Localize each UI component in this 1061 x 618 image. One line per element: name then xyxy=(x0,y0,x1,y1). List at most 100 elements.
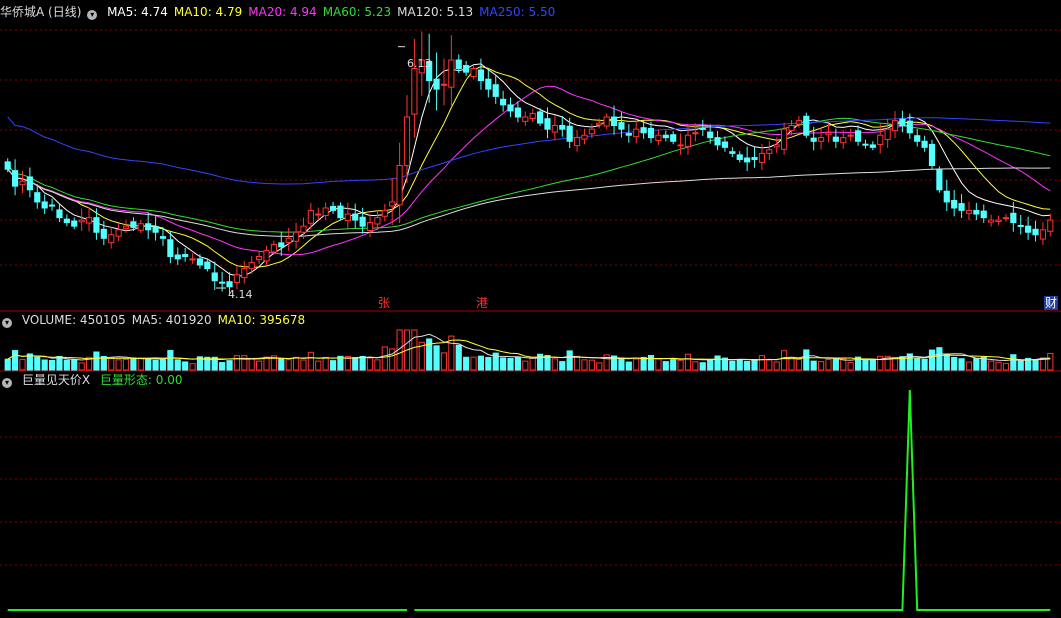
volume-bar xyxy=(41,359,48,371)
settings-icon[interactable]: ▾ xyxy=(87,10,98,20)
volume-bar xyxy=(810,360,817,371)
candle-body xyxy=(958,203,965,211)
volume-bar xyxy=(167,350,174,371)
volume-bar xyxy=(973,357,980,371)
candle-body xyxy=(300,225,307,233)
event-marker[interactable]: 张 xyxy=(378,296,390,310)
candle-body xyxy=(551,125,558,133)
signal-title: 巨量见天价X xyxy=(21,373,91,387)
indicator-value: MA10: 395678 xyxy=(217,313,306,327)
candle-body xyxy=(810,137,817,142)
volume-bar xyxy=(640,356,647,371)
candle-body xyxy=(263,249,270,262)
candle-body xyxy=(100,228,107,239)
candle-body xyxy=(995,219,1002,223)
period-label: (日线) xyxy=(48,5,82,19)
candle-body xyxy=(78,219,85,223)
finance-event-marker[interactable]: 财 xyxy=(1044,296,1059,310)
volume-bar xyxy=(189,363,196,371)
candle-body xyxy=(721,141,729,148)
candle-body xyxy=(337,205,344,219)
volume-bar xyxy=(869,359,876,371)
candle-body xyxy=(714,137,721,146)
candle-body xyxy=(248,262,255,270)
candle-body xyxy=(485,78,492,90)
volume-bar xyxy=(455,344,462,371)
candle-body xyxy=(285,237,292,243)
volume-bar xyxy=(766,359,773,371)
volume-bar xyxy=(914,358,921,371)
candle-body xyxy=(204,261,211,270)
candle-body xyxy=(270,243,277,253)
candle-body xyxy=(307,209,314,224)
volume-bar xyxy=(1010,354,1017,371)
volume-bar xyxy=(241,355,248,371)
signal-line-segment xyxy=(414,389,1051,611)
volume-bar xyxy=(233,355,241,371)
volume-bar xyxy=(507,357,514,371)
settings-icon[interactable]: ▾ xyxy=(2,378,12,388)
candle-body xyxy=(85,217,93,224)
candle-body xyxy=(507,104,514,112)
volume-bar xyxy=(692,361,699,371)
candle-body xyxy=(41,201,48,209)
volume-bar xyxy=(174,359,181,371)
volume-bar xyxy=(285,359,292,371)
candle-body xyxy=(803,115,810,136)
volume-bar xyxy=(63,359,70,371)
candle-body xyxy=(943,190,950,203)
volume-bar xyxy=(788,356,795,371)
signal-line xyxy=(7,389,1051,611)
volume-bar xyxy=(463,356,470,371)
candle-body xyxy=(537,111,544,124)
candle-body xyxy=(692,132,699,135)
kline-chart[interactable] xyxy=(0,0,1061,618)
candle-body xyxy=(278,242,285,248)
candle-body xyxy=(603,116,610,127)
candle-body xyxy=(403,116,411,167)
volume-bar xyxy=(921,358,928,371)
candle-body xyxy=(699,127,706,130)
volume-bar xyxy=(359,355,366,371)
volume-bar xyxy=(522,360,529,371)
volume-bar xyxy=(137,357,144,371)
candle-body xyxy=(832,136,839,142)
candle-body xyxy=(633,128,640,138)
volume-bar xyxy=(670,359,677,371)
candle-body xyxy=(315,213,322,216)
settings-icon[interactable]: ▾ xyxy=(2,318,12,328)
candle-body xyxy=(233,274,241,283)
candle-body xyxy=(973,209,980,215)
volume-bar xyxy=(514,356,521,371)
candle-body xyxy=(48,204,56,207)
volume-bar xyxy=(1002,362,1010,371)
candle-body xyxy=(788,125,795,132)
candle-body xyxy=(63,218,70,224)
candle-body xyxy=(766,149,773,154)
volume-bar xyxy=(744,360,751,371)
ma-line-ma120 xyxy=(7,167,1051,237)
candle-body xyxy=(211,272,218,282)
candle-body xyxy=(226,281,233,288)
candle-body xyxy=(34,192,41,203)
price-markers xyxy=(216,46,405,289)
volume-bar xyxy=(817,361,825,371)
volume-bar xyxy=(714,355,721,371)
volume-bar xyxy=(773,361,780,371)
candle-body xyxy=(988,219,995,223)
event-marker[interactable]: 港 xyxy=(476,296,488,310)
candle-body xyxy=(854,130,862,142)
volume-bar xyxy=(381,346,388,371)
candle-body xyxy=(655,134,662,142)
volume-bar xyxy=(433,345,440,371)
volume-bars xyxy=(4,329,1054,371)
volume-bar xyxy=(825,359,832,371)
candle-body xyxy=(1010,212,1017,224)
volume-bar xyxy=(1047,352,1054,371)
candle-body xyxy=(573,137,581,147)
candle-body xyxy=(744,157,751,163)
volume-bar xyxy=(840,358,847,371)
candle-body xyxy=(219,281,226,284)
volume-bar xyxy=(263,356,270,371)
volume-bar xyxy=(633,358,640,371)
